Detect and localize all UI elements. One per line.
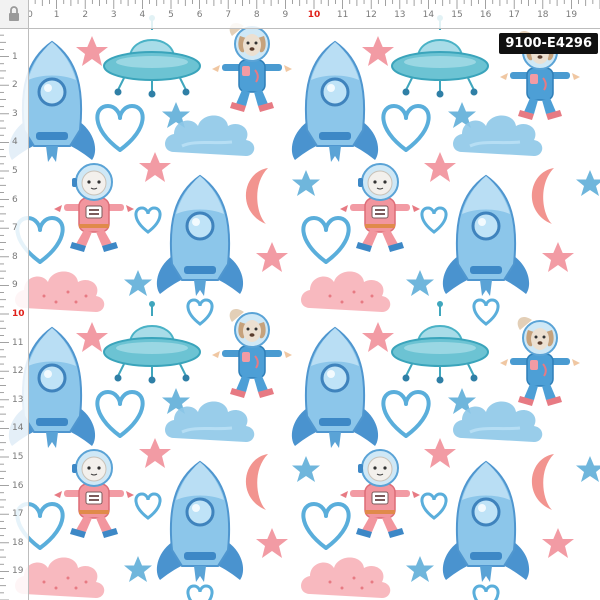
ruler-left: 1 2 3 4 5 6 7 8 9 10 11 12 13 14 15 16 17 18 19 [0, 0, 29, 600]
ruler-top-label: 9 [282, 10, 289, 20]
ruler-left-label: 18 [12, 537, 24, 548]
ruler-left-label: 2 [12, 80, 18, 91]
ruler-top-label: 16 [479, 10, 492, 20]
ruler-left-label: 5 [12, 166, 18, 176]
ruler-left-label: 1 [12, 51, 18, 62]
ruler-left-label: 15 [12, 452, 24, 462]
ruler-left-label: 13 [12, 394, 24, 405]
ruler-lock-icon [9, 6, 19, 21]
ruler-left-label: 8 [12, 251, 18, 262]
ruler-top-label: 2 [82, 10, 89, 20]
ruler-left-label: 10 [12, 309, 25, 319]
ruler-top-label: 19 [565, 10, 578, 20]
ruler-left-label: 4 [12, 137, 18, 148]
ruler-top-label: 6 [196, 10, 203, 20]
pattern-tile-1 [7, 14, 600, 326]
ruler-top-label: 12 [365, 10, 377, 20]
ruler-left-label: 17 [12, 509, 24, 520]
ruler-top-label: 8 [253, 10, 260, 20]
ruler-top-label: 14 [422, 10, 435, 20]
ruler-left-label: 7 [12, 223, 18, 234]
ruler-top-label: 3 [110, 10, 117, 20]
ruler-left-label: 12 [12, 366, 24, 377]
ruler-left-label: 14 [12, 423, 24, 434]
ruler-top-label: 15 [451, 10, 463, 20]
ruler-left-label: 6 [12, 194, 18, 205]
ruler-top-label: 10 [307, 10, 321, 20]
ruler-left-label: 9 [12, 280, 18, 291]
space-pattern [7, 14, 600, 600]
ruler-left-label: 19 [12, 566, 24, 577]
ruler-top-label: 11 [336, 10, 349, 20]
ruler-top-label: 18 [537, 10, 549, 20]
product-code-badge: 9100-E4296 [499, 33, 598, 54]
ruler-top-label: 13 [394, 10, 406, 20]
ruler-corner [0, 0, 29, 29]
ruler-left-label: 16 [12, 480, 24, 491]
pattern-tile-2 [7, 300, 600, 600]
ruler-top-label: 7 [225, 10, 232, 20]
ruler-left-label: 11 [12, 337, 24, 348]
ruler-top-label: 1 [53, 10, 60, 20]
ruler-top: 0 1 2 3 4 5 6 7 8 9 10 11 12 13 14 15 16 17 18 19 [0, 0, 600, 29]
ruler-top-label: 17 [508, 10, 520, 20]
ruler-top-label: 5 [168, 10, 174, 20]
fabric-print-preview: 0 1 2 3 4 5 6 7 8 9 10 11 12 13 14 15 16 17 18 19 123456789… [0, 0, 600, 600]
ruler-left-label: 3 [12, 108, 18, 119]
ruler-top-label: 4 [139, 10, 146, 20]
